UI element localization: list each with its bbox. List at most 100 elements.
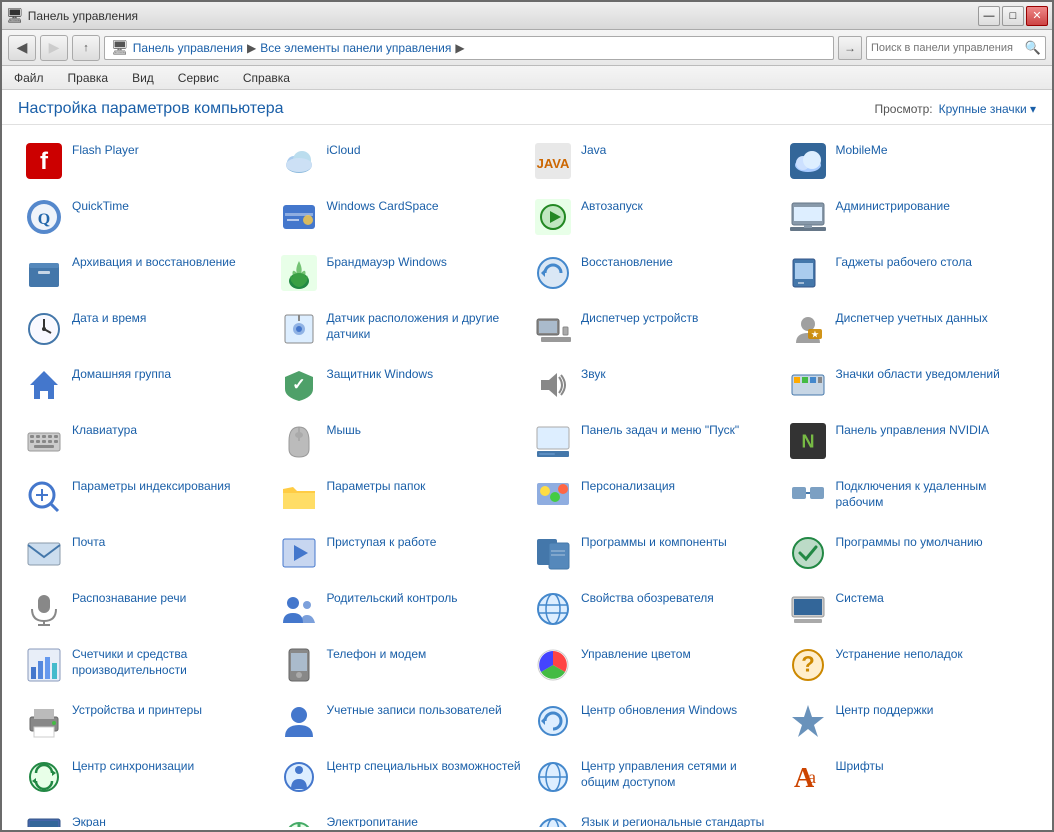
svg-text:?: ? — [801, 651, 814, 676]
icon-znachki — [788, 365, 828, 405]
control-item-raspoznavanie[interactable]: Распознавание речи — [18, 581, 273, 637]
control-item-centr-seti[interactable]: Центр управления сетями и общим доступом — [527, 749, 782, 805]
control-item-znachki[interactable]: Значки области уведомлений — [782, 357, 1037, 413]
control-item-mysh[interactable]: Мышь — [273, 413, 528, 469]
control-item-rodit-kontrol[interactable]: Родительский контроль — [273, 581, 528, 637]
icon-mysh — [279, 421, 319, 461]
menu-service[interactable]: Сервис — [174, 69, 223, 87]
control-item-yazyk[interactable]: Язык и региональные стандарты — [527, 805, 782, 827]
refresh-button[interactable]: → — [838, 36, 862, 60]
control-item-schetchiki[interactable]: Счетчики и средства производительности — [18, 637, 273, 693]
menu-file[interactable]: Файл — [10, 69, 48, 87]
label-arkhivaciya: Архивация и восстановление — [72, 253, 236, 271]
back-button[interactable]: ◀ — [8, 35, 36, 61]
control-item-klaviatura[interactable]: Клавиатура — [18, 413, 273, 469]
content-area[interactable]: fFlash PlayeriCloudJAVAJavaMobileMe QQuic… — [2, 125, 1052, 827]
control-item-parametry-papok[interactable]: Параметры папок — [273, 469, 528, 525]
page-header: Настройка параметров компьютера Просмотр… — [2, 90, 1052, 125]
breadcrumb-home[interactable]: Панель управления — [133, 41, 243, 55]
maximize-button[interactable]: □ — [1002, 6, 1024, 26]
label-programmy-umolch: Программы по умолчанию — [836, 533, 983, 551]
control-item-mobileme[interactable]: MobileMe — [782, 133, 1037, 189]
control-item-centr-spec[interactable]: Центр специальных возможностей — [273, 749, 528, 805]
icon-elektropitanie — [279, 813, 319, 827]
label-data-vremya: Дата и время — [72, 309, 146, 327]
control-item-zvuk[interactable]: Звук — [527, 357, 782, 413]
control-item-centr-obnovleniya[interactable]: Центр обновления Windows — [527, 693, 782, 749]
icon-parametry-ind — [24, 477, 64, 517]
control-item-telefon[interactable]: Телефон и модем — [273, 637, 528, 693]
label-centr-seti: Центр управления сетями и общим доступом — [581, 757, 776, 790]
control-item-icloud[interactable]: iCloud — [273, 133, 528, 189]
control-item-brandmauer[interactable]: Брандмауэр Windows — [273, 245, 528, 301]
control-item-dispetcher-uch[interactable]: ★Диспетчер учетных данных — [782, 301, 1037, 357]
breadcrumb-current[interactable]: Все элементы панели управления — [260, 41, 451, 55]
icon-schetchiki — [24, 645, 64, 685]
control-item-centr-podderzhki[interactable]: Центр поддержки — [782, 693, 1037, 749]
control-item-vosstanovlenie[interactable]: Восстановление — [527, 245, 782, 301]
control-item-gadzhety[interactable]: Гаджеты рабочего стола — [782, 245, 1037, 301]
control-item-personalizaciya[interactable]: Персонализация — [527, 469, 782, 525]
label-schetchiki: Счетчики и средства производительности — [72, 645, 267, 678]
search-box[interactable]: 🔍 — [866, 36, 1046, 60]
control-item-administrirovanie[interactable]: Администрирование — [782, 189, 1037, 245]
menu-edit[interactable]: Правка — [64, 69, 113, 87]
control-item-panel-zadach[interactable]: Панель задач и меню "Пуск" — [527, 413, 782, 469]
icon-upravlenie-cvetom — [533, 645, 573, 685]
control-item-ustroystva-printery[interactable]: Устройства и принтеры — [18, 693, 273, 749]
close-button[interactable]: ✕ — [1026, 6, 1048, 26]
control-item-parametry-ind[interactable]: Параметры индексирования — [18, 469, 273, 525]
label-gadzhety: Гаджеты рабочего стола — [836, 253, 972, 271]
control-item-upravlenie-cvetom[interactable]: Управление цветом — [527, 637, 782, 693]
svg-text:Q: Q — [38, 211, 50, 228]
control-item-data-vremya[interactable]: Дата и время — [18, 301, 273, 357]
label-upravlenie-cvetom: Управление цветом — [581, 645, 691, 663]
control-item-ustranenie[interactable]: ?Устранение неполадок — [782, 637, 1037, 693]
control-item-quicktime[interactable]: QQuickTime — [18, 189, 273, 245]
label-centr-obnovleniya: Центр обновления Windows — [581, 701, 737, 719]
control-item-centr-sinkh[interactable]: Центр синхронизации — [18, 749, 273, 805]
menu-help[interactable]: Справка — [239, 69, 294, 87]
search-input[interactable] — [871, 42, 1021, 54]
icon-datchik — [279, 309, 319, 349]
control-item-avtozapusk[interactable]: Автозапуск — [527, 189, 782, 245]
control-item-datchik[interactable]: Датчик расположения и другие датчики — [273, 301, 528, 357]
control-item-sistema[interactable]: Система — [782, 581, 1037, 637]
forward-button[interactable]: ▶ — [40, 35, 68, 61]
control-item-uch-zapisi[interactable]: Учетные записи пользователей — [273, 693, 528, 749]
control-item-arkhivaciya[interactable]: Архивация и восстановление — [18, 245, 273, 301]
control-item-dispetcher-ustroystv[interactable]: Диспетчер устройств — [527, 301, 782, 357]
menu-view[interactable]: Вид — [128, 69, 158, 87]
label-centr-podderzhki: Центр поддержки — [836, 701, 934, 719]
address-field[interactable]: 🖥 Панель управления ▶ Все элементы панел… — [104, 36, 834, 60]
control-item-panel-nvidia[interactable]: NПанель управления NVIDIA — [782, 413, 1037, 469]
up-button[interactable]: ↑ — [72, 35, 100, 61]
control-item-ekran[interactable]: Экран — [18, 805, 273, 827]
icon-domashnyaya — [24, 365, 64, 405]
control-item-pristupaya[interactable]: Приступая к работе — [273, 525, 528, 581]
minimize-button[interactable]: — — [978, 6, 1000, 26]
label-personalizaciya: Персонализация — [581, 477, 675, 495]
control-item-shrifty[interactable]: AaШрифты — [782, 749, 1037, 805]
control-item-windows-cardspace[interactable]: Windows CardSpace — [273, 189, 528, 245]
control-item-domashnyaya[interactable]: Домашняя группа — [18, 357, 273, 413]
control-item-elektropitanie[interactable]: Электропитание — [273, 805, 528, 827]
control-item-podklyucheniya[interactable]: Подключения к удаленным рабочим — [782, 469, 1037, 525]
icon-centr-sinkh — [24, 757, 64, 797]
control-item-svoystva-obozr[interactable]: Свойства обозревателя — [527, 581, 782, 637]
icon-pristupaya — [279, 533, 319, 573]
svg-text:f: f — [40, 148, 49, 175]
view-option-dropdown[interactable]: Крупные значки ▾ — [939, 102, 1036, 116]
label-sistema: Система — [836, 589, 884, 607]
label-elektropitanie: Электропитание — [327, 813, 418, 827]
label-java: Java — [581, 141, 606, 159]
icon-arkhivaciya — [24, 253, 64, 293]
icon-rodit-kontrol — [279, 589, 319, 629]
control-item-programmy-komponenty[interactable]: Программы и компоненты — [527, 525, 782, 581]
control-item-java[interactable]: JAVAJava — [527, 133, 782, 189]
control-item-flash-player[interactable]: fFlash Player — [18, 133, 273, 189]
control-item-programmy-umolch[interactable]: Программы по умолчанию — [782, 525, 1037, 581]
control-item-zashchitnik[interactable]: ✓Защитник Windows — [273, 357, 528, 413]
label-pochta: Почта — [72, 533, 105, 551]
control-item-pochta[interactable]: Почта — [18, 525, 273, 581]
